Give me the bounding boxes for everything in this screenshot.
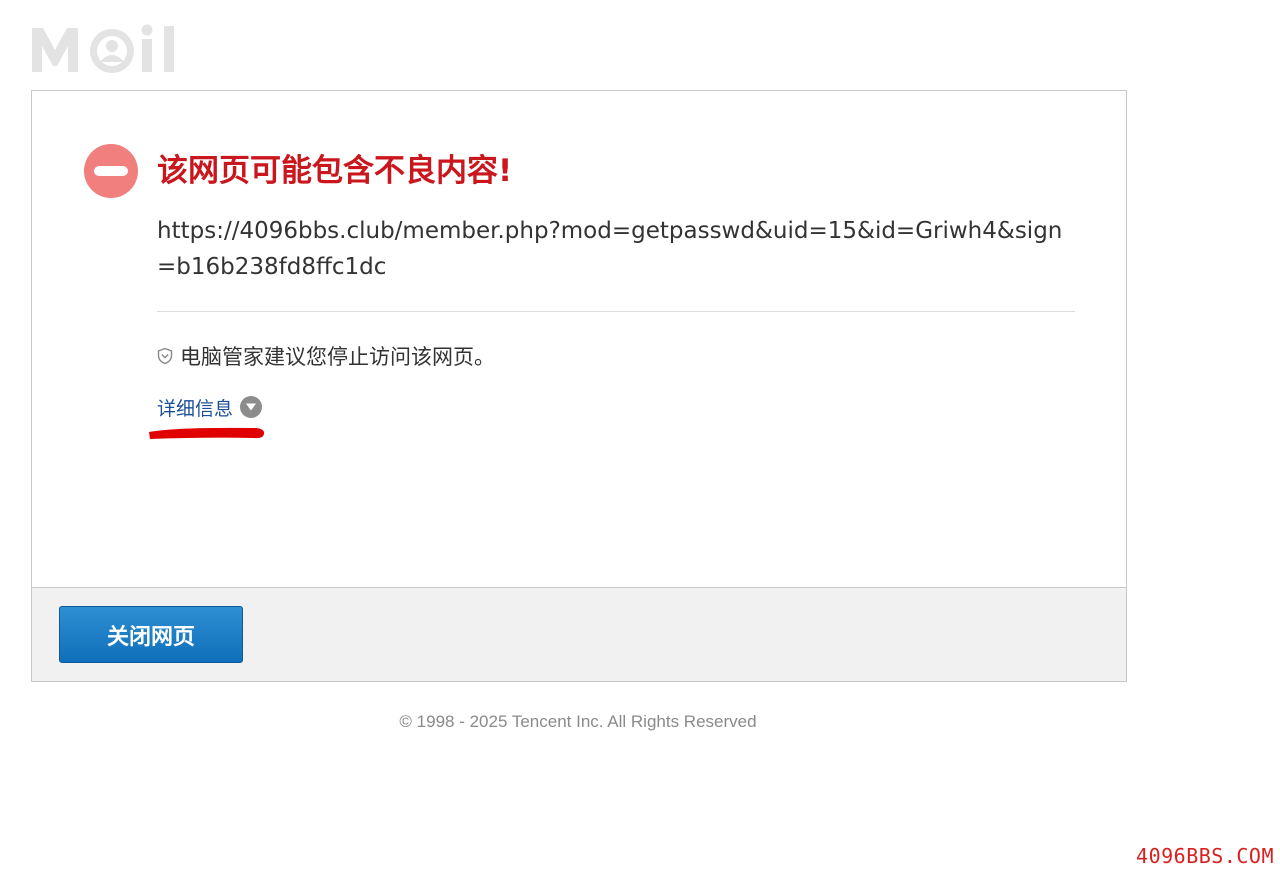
chevron-down-icon[interactable] <box>240 396 263 418</box>
forbidden-icon <box>84 144 138 198</box>
advice-text: 电脑管家建议您停止访问该网页。 <box>180 345 495 369</box>
divider <box>157 311 1075 312</box>
close-page-button[interactable]: 关闭网页 <box>59 606 243 663</box>
details-link[interactable]: 详细信息 <box>157 394 233 421</box>
warning-body: 该网页可能包含不良内容! https://4096bbs.club/member… <box>32 91 1126 587</box>
copyright-text: © 1998 - 2025 Tencent Inc. All Rights Re… <box>399 712 757 731</box>
details-toggle[interactable]: 详细信息 <box>157 393 263 421</box>
shield-icon <box>157 347 173 365</box>
advice-line: 电脑管家建议您停止访问该网页。 <box>156 341 495 371</box>
warning-title: 该网页可能包含不良内容! <box>157 153 513 189</box>
watermark: 4096BBS.COM <box>1136 844 1274 868</box>
card-footer: 关闭网页 <box>32 587 1126 681</box>
red-underline-annotation <box>149 427 265 439</box>
warning-card: 该网页可能包含不良内容! https://4096bbs.club/member… <box>31 90 1127 682</box>
mail-logo <box>32 24 174 73</box>
blocked-url: https://4096bbs.club/member.php?mod=getp… <box>157 218 1063 280</box>
